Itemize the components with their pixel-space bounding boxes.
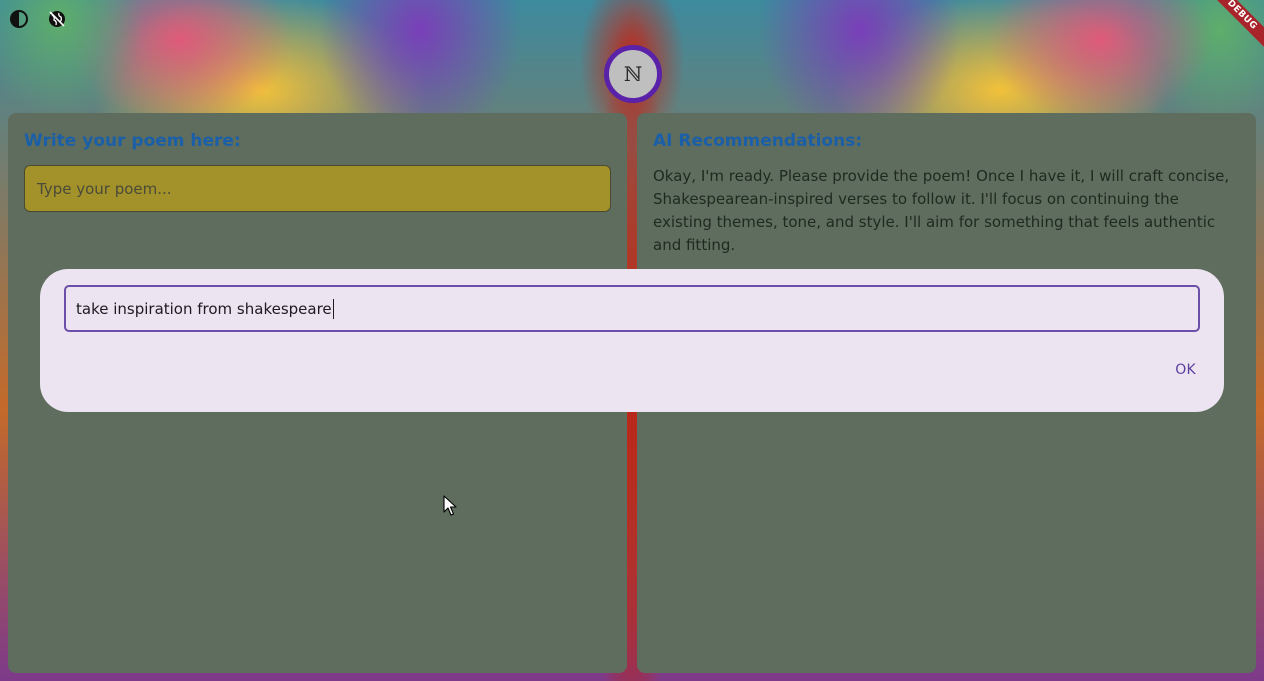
mouse-pointer-icon [443,495,457,516]
ok-button[interactable]: OK [1175,362,1196,378]
text-caret [332,298,334,319]
prompt-dialog: take inspiration from shakespeare OK [40,269,1224,412]
app-window: DEBUG ℕ Write your poem here: Type your … [0,0,1264,681]
prompt-input-value: take inspiration from shakespeare [76,299,332,318]
prompt-input[interactable]: take inspiration from shakespeare [64,285,1200,332]
